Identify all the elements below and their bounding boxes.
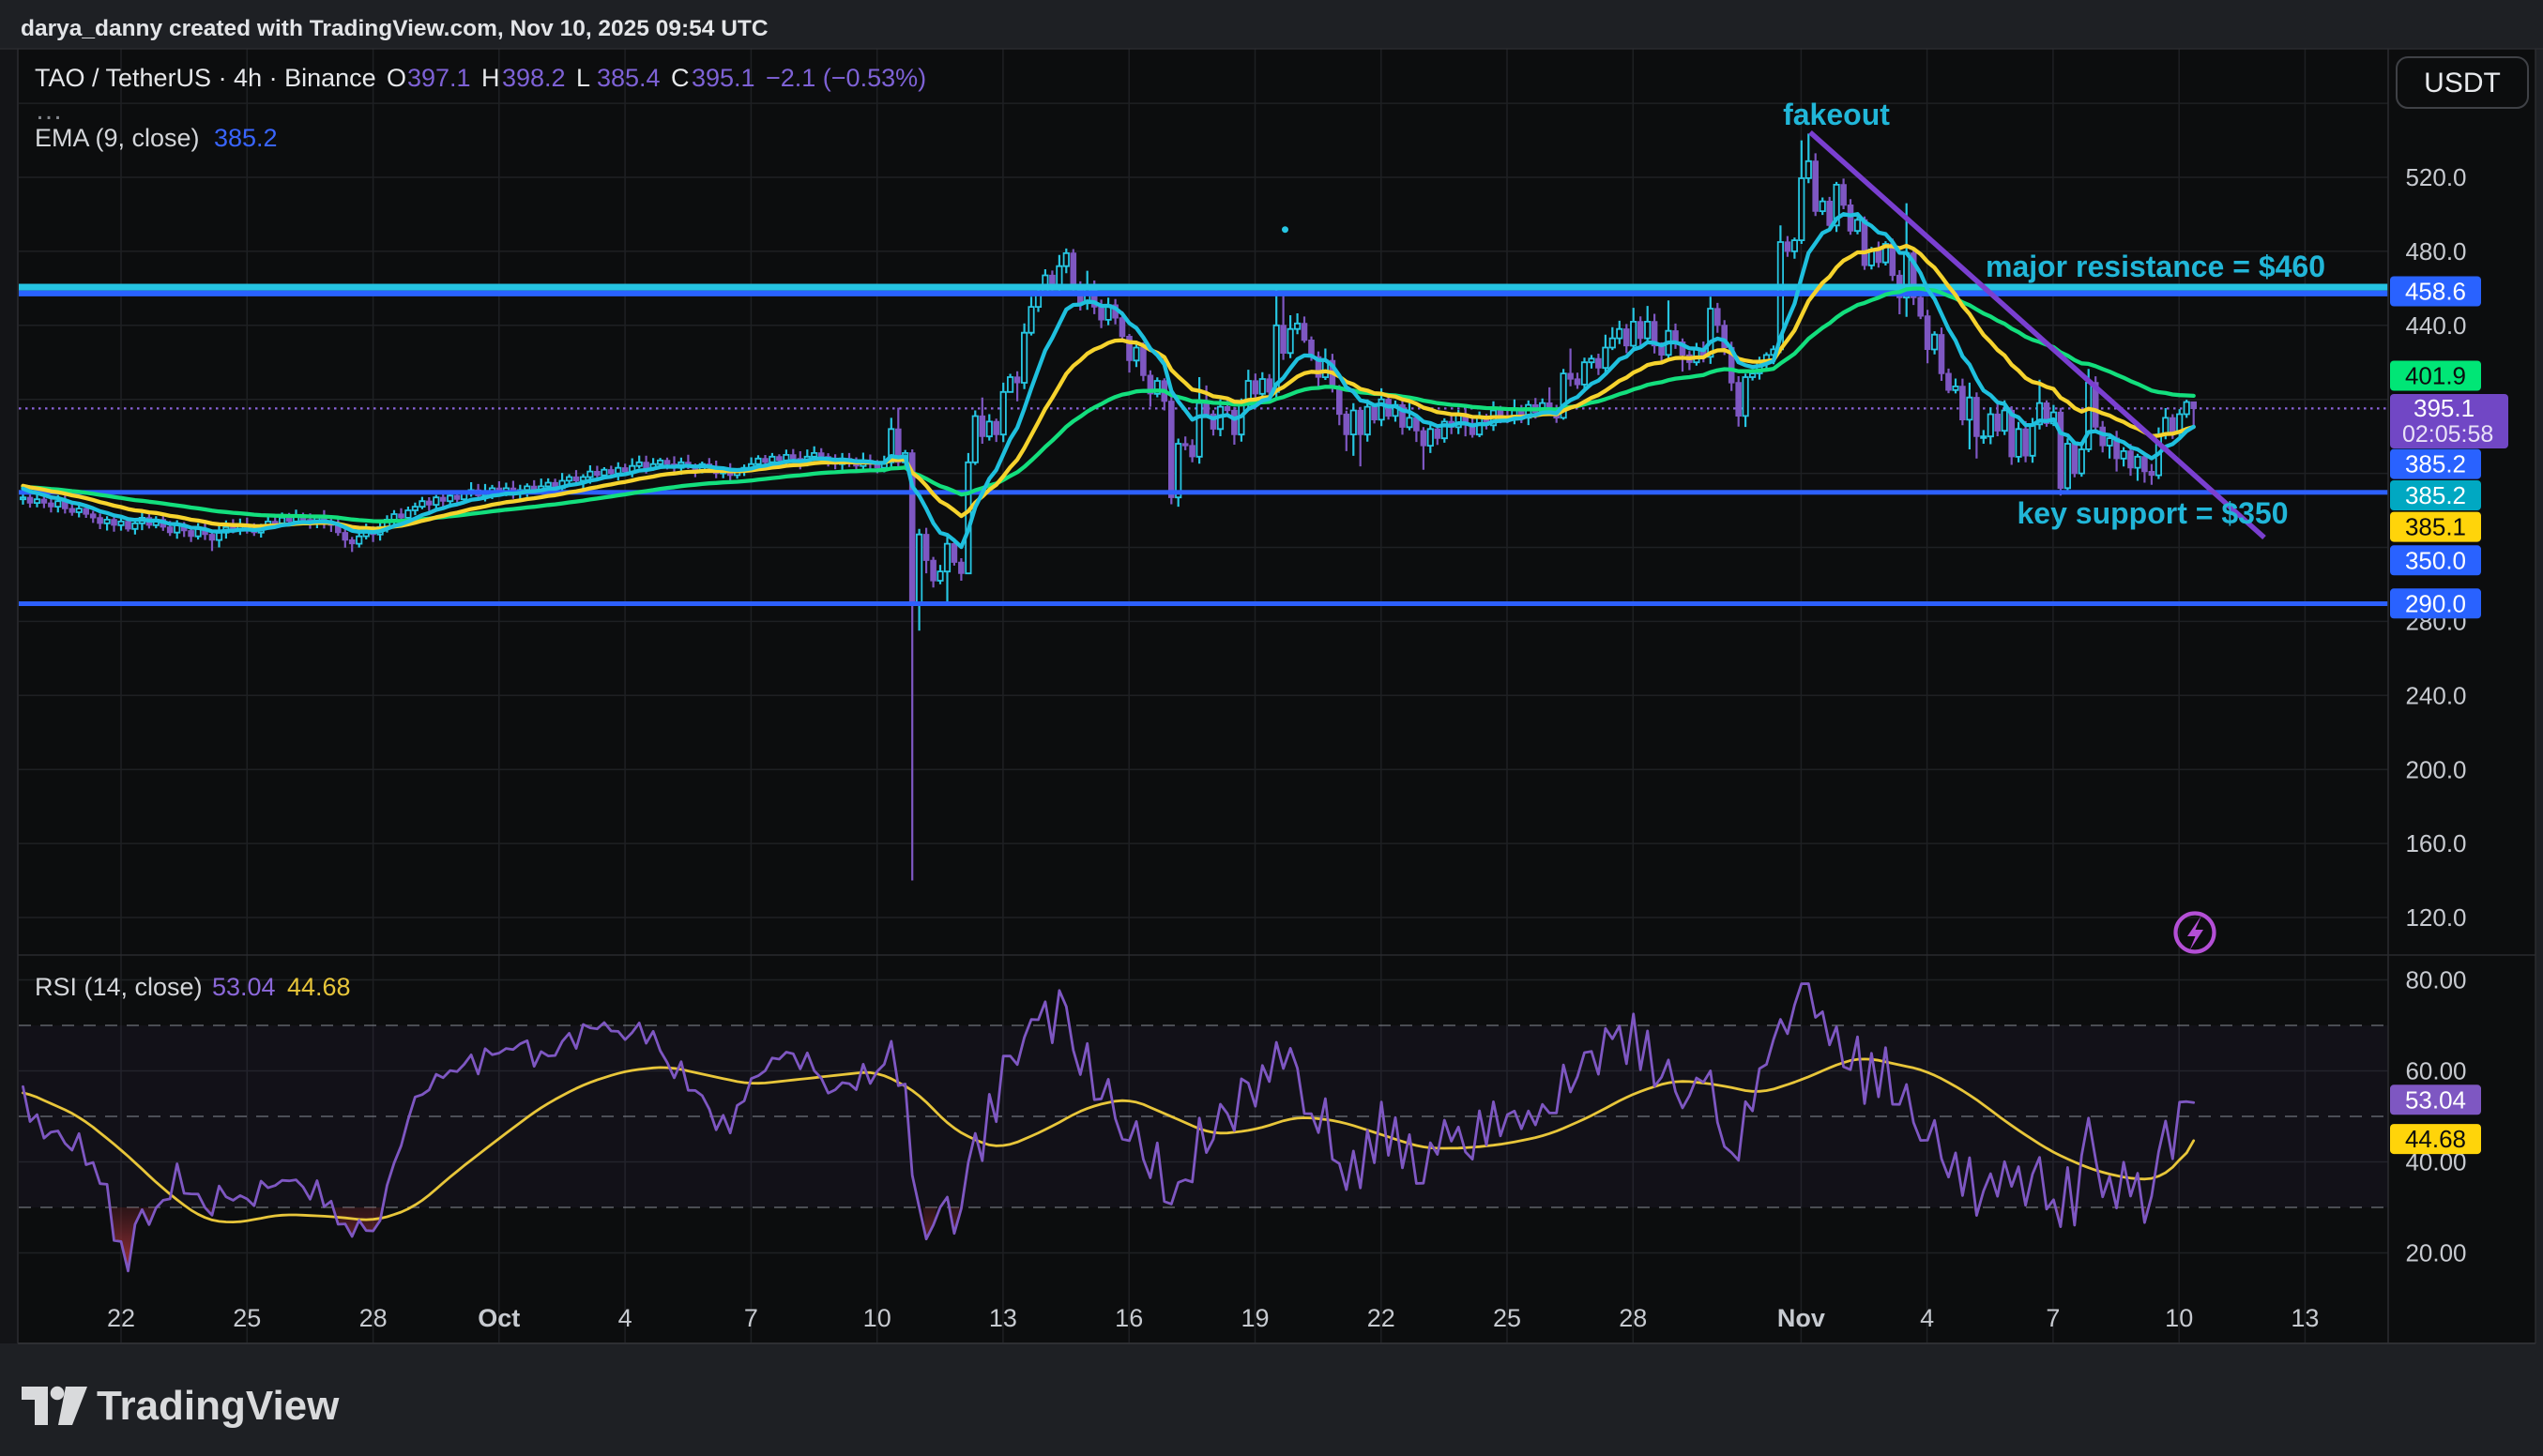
svg-text:240.0: 240.0 <box>2405 681 2466 709</box>
svg-text:−2.1 (−0.53%): −2.1 (−0.53%) <box>766 64 926 92</box>
svg-text:H: H <box>481 64 500 92</box>
svg-text:7: 7 <box>744 1304 758 1332</box>
svg-text:385.2: 385.2 <box>214 124 278 152</box>
svg-text:28: 28 <box>1619 1304 1647 1332</box>
svg-text:7: 7 <box>2046 1304 2060 1332</box>
svg-text:53.04: 53.04 <box>2405 1085 2466 1114</box>
svg-text:53.04: 53.04 <box>212 973 276 1001</box>
svg-text:397.1: 397.1 <box>407 64 471 92</box>
svg-text:16: 16 <box>1115 1304 1143 1332</box>
svg-text:25: 25 <box>1493 1304 1521 1332</box>
svg-text:395.1: 395.1 <box>692 64 755 92</box>
svg-text:44.68: 44.68 <box>2405 1125 2466 1153</box>
svg-text:major resistance = $460: major resistance = $460 <box>1986 250 2325 283</box>
svg-text:RSI (14, close): RSI (14, close) <box>35 973 203 1001</box>
svg-text:440.0: 440.0 <box>2405 311 2466 340</box>
svg-text:22: 22 <box>107 1304 135 1332</box>
svg-text:19: 19 <box>1241 1304 1269 1332</box>
svg-text:22: 22 <box>1367 1304 1395 1332</box>
svg-text:60.00: 60.00 <box>2405 1057 2466 1085</box>
svg-text:L: L <box>576 64 590 92</box>
svg-text:10: 10 <box>2165 1304 2193 1332</box>
svg-text:160.0: 160.0 <box>2405 829 2466 857</box>
svg-text:13: 13 <box>2291 1304 2319 1332</box>
svg-text:44.68: 44.68 <box>287 973 351 1001</box>
svg-text:25: 25 <box>233 1304 261 1332</box>
svg-text:13: 13 <box>989 1304 1017 1332</box>
svg-text:385.2: 385.2 <box>2405 450 2466 478</box>
svg-text:Nov: Nov <box>1777 1304 1825 1332</box>
svg-text:385.4: 385.4 <box>597 64 661 92</box>
svg-text:80.00: 80.00 <box>2405 966 2466 994</box>
svg-text:4: 4 <box>618 1304 632 1332</box>
svg-text:395.1: 395.1 <box>2414 394 2474 422</box>
svg-text:darya_danny created with Tradi: darya_danny created with TradingView.com… <box>21 16 769 41</box>
svg-text:398.2: 398.2 <box>502 64 566 92</box>
svg-text:20.00: 20.00 <box>2405 1239 2466 1267</box>
svg-text:USDT: USDT <box>2424 68 2501 99</box>
svg-text:28: 28 <box>359 1304 388 1332</box>
svg-text:…: … <box>35 95 63 126</box>
svg-text:401.9: 401.9 <box>2405 362 2466 390</box>
svg-text:Oct: Oct <box>478 1304 520 1332</box>
svg-text:EMA (9, close): EMA (9, close) <box>35 124 200 152</box>
svg-text:O: O <box>387 64 406 92</box>
svg-text:fakeout: fakeout <box>1783 98 1890 131</box>
svg-text:290.0: 290.0 <box>2405 589 2466 617</box>
svg-text:02:05:58: 02:05:58 <box>2402 421 2493 447</box>
svg-text:520.0: 520.0 <box>2405 163 2466 191</box>
svg-text:TradingView: TradingView <box>97 1383 340 1429</box>
svg-text:200.0: 200.0 <box>2405 755 2466 783</box>
svg-text:350.0: 350.0 <box>2405 546 2466 574</box>
svg-text:385.2: 385.2 <box>2405 481 2466 509</box>
svg-text:key support = $350: key support = $350 <box>2017 496 2288 530</box>
svg-text:C: C <box>671 64 690 92</box>
svg-text:4: 4 <box>1920 1304 1934 1332</box>
svg-text:480.0: 480.0 <box>2405 237 2466 265</box>
svg-text:120.0: 120.0 <box>2405 903 2466 932</box>
svg-text:385.1: 385.1 <box>2405 513 2466 541</box>
svg-text:10: 10 <box>863 1304 891 1332</box>
svg-text:TAO / TetherUS · 4h · Binance: TAO / TetherUS · 4h · Binance <box>35 64 376 92</box>
svg-text:458.6: 458.6 <box>2405 278 2466 306</box>
